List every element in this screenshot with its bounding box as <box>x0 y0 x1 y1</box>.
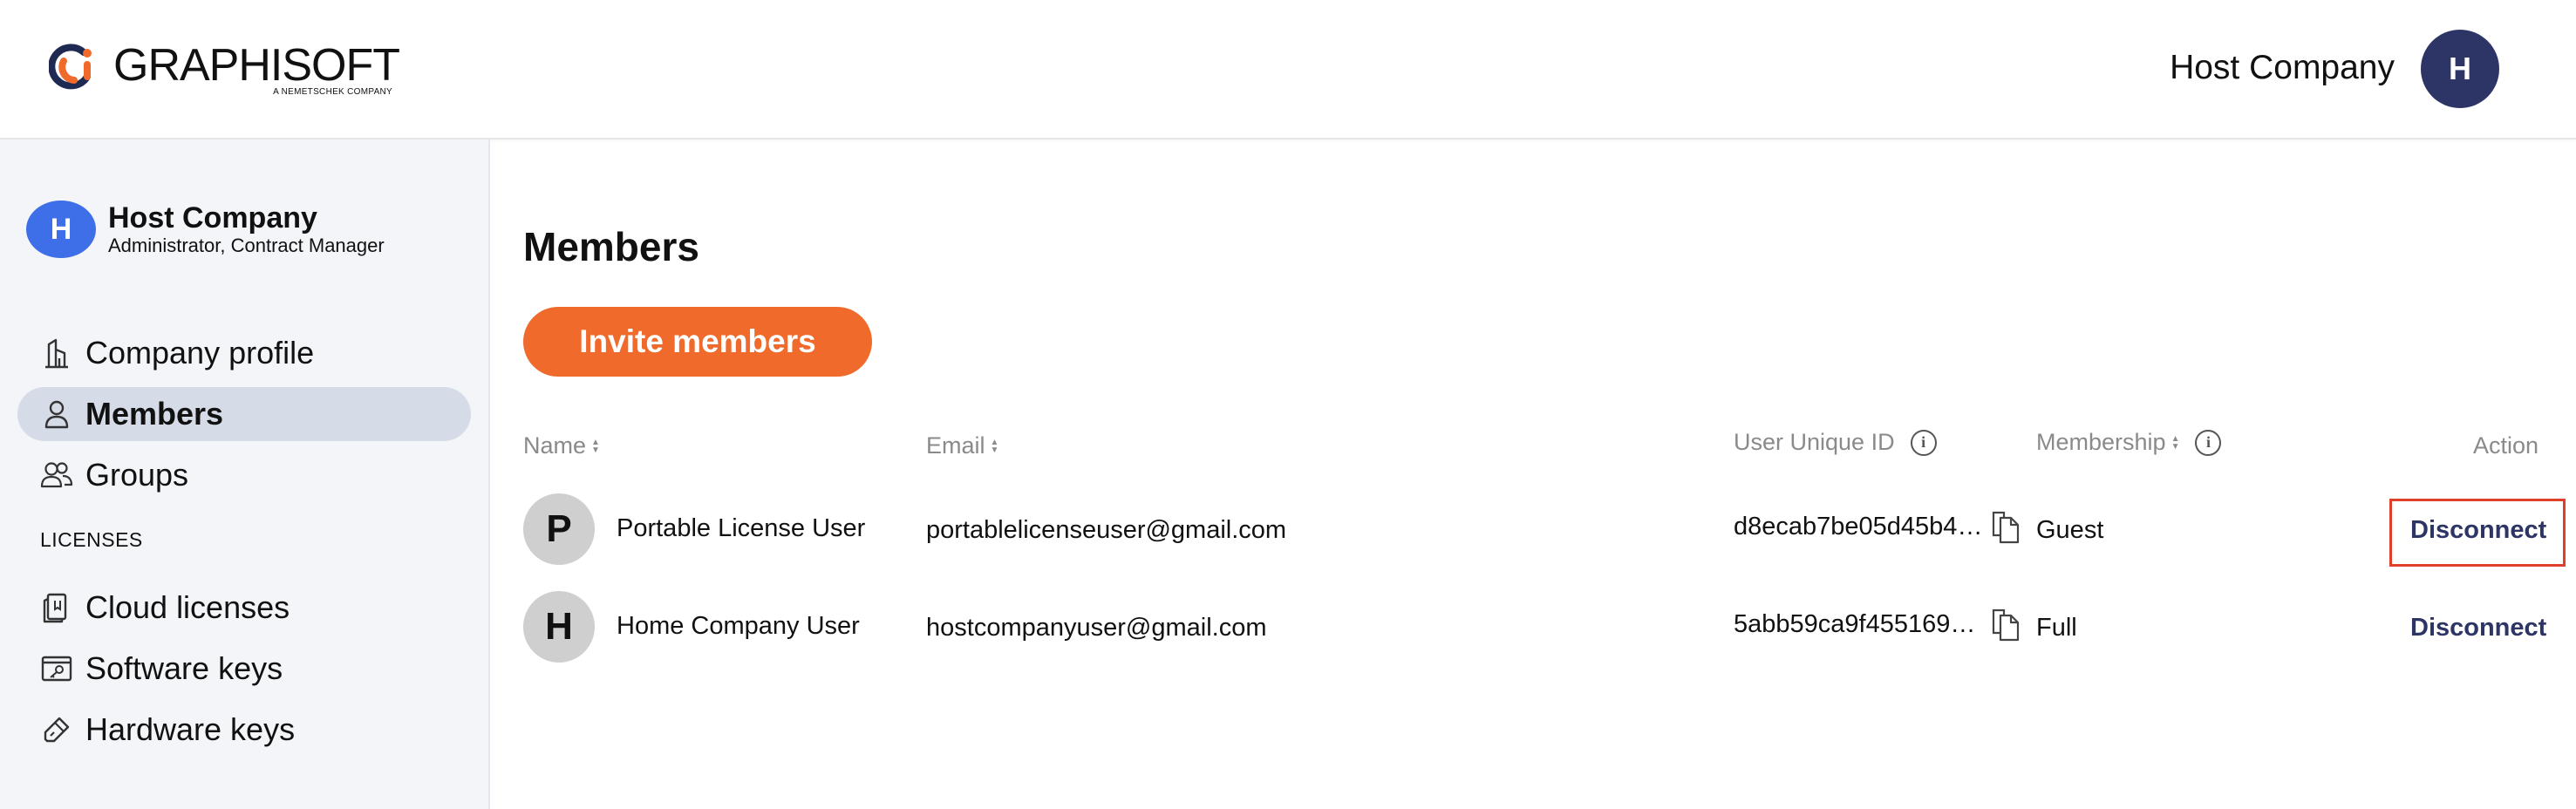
logo-wordmark: GRAPHISOFT <box>113 40 400 91</box>
sidebar-item-label: Groups <box>85 457 189 493</box>
sidebar-item-label: Company profile <box>85 335 315 371</box>
org-card: H Host Company Administrator, Contract M… <box>26 201 385 258</box>
page-title: Members <box>523 224 699 269</box>
sidebar-item-label: Members <box>85 396 224 432</box>
org-name: Host Company <box>108 201 317 235</box>
sort-icon: ▲ ▼ <box>591 437 600 455</box>
member-name: Home Company User <box>617 612 860 640</box>
column-header-label: Action <box>2473 432 2539 459</box>
member-membership: Full <box>2036 614 2077 642</box>
column-header-name[interactable]: Name ▲ ▼ <box>523 432 600 459</box>
highlight-box <box>2389 499 2566 567</box>
building-icon <box>40 337 73 370</box>
sidebar-item-company-profile[interactable]: Company profile <box>17 326 471 380</box>
column-header-label: Membership <box>2036 429 2166 455</box>
sidebar: H Host Company Administrator, Contract M… <box>0 139 490 809</box>
member-uid: d8ecab7be05d45b46… <box>1734 513 1987 540</box>
top-bar: GRAPHISOFT A NEMETSCHEK COMPANY Host Com… <box>0 0 2576 139</box>
user-avatar[interactable]: H <box>2421 30 2499 108</box>
column-header-membership[interactable]: Membership ▲ ▼ i <box>2036 429 2222 456</box>
main-content: Members Invite members Name ▲ ▼ Email ▲ ▼ … <box>490 139 2576 809</box>
column-header-email[interactable]: Email ▲ ▼ <box>926 432 998 459</box>
column-header-action: Action <box>2473 432 2539 459</box>
sidebar-item-hardware-keys[interactable]: Hardware keys <box>17 703 471 757</box>
logo-subtext: A NEMETSCHEK COMPANY <box>273 87 393 97</box>
sort-icon: ▲ ▼ <box>2171 433 2180 452</box>
header-company-name: Host Company <box>2170 49 2395 86</box>
sidebar-item-label: Cloud licenses <box>85 589 290 625</box>
column-header-label: Email <box>926 432 985 459</box>
member-avatar: H <box>523 591 595 663</box>
column-header-label: Name <box>523 432 587 459</box>
graphisoft-logo[interactable]: GRAPHISOFT A NEMETSCHEK COMPANY <box>49 40 400 103</box>
graphisoft-logo-icon <box>49 44 92 90</box>
sidebar-item-software-keys[interactable]: Software keys <box>17 642 471 696</box>
disconnect-button[interactable]: Disconnect <box>2410 614 2546 642</box>
member-email: hostcompanyuser@gmail.com <box>926 614 1267 642</box>
column-header-label: User Unique ID <box>1734 429 1895 455</box>
sidebar-item-label: Hardware keys <box>85 711 296 747</box>
info-icon[interactable]: i <box>2195 429 2222 456</box>
info-icon[interactable]: i <box>1910 429 1937 456</box>
org-role: Administrator, Contract Manager <box>108 235 385 256</box>
people-icon <box>40 459 73 492</box>
member-membership: Guest <box>2036 516 2104 544</box>
member-uid: 5abb59ca9f455169c… <box>1734 610 1987 638</box>
person-icon <box>40 398 73 431</box>
sidebar-item-cloud-licenses[interactable]: Cloud licenses <box>17 581 471 635</box>
column-header-uid: User Unique ID i <box>1734 429 1937 456</box>
hardware-key-icon <box>40 713 73 746</box>
sidebar-item-members[interactable]: Members <box>17 387 471 441</box>
invite-members-button[interactable]: Invite members <box>523 307 872 377</box>
sidebar-item-label: Software keys <box>85 650 283 686</box>
sort-icon: ▲ ▼ <box>990 437 999 455</box>
cloud-license-icon <box>40 591 73 624</box>
licenses-section-label: LICENSES <box>40 528 143 551</box>
member-avatar: P <box>523 493 595 565</box>
copy-icon[interactable] <box>1990 607 2021 642</box>
sidebar-item-groups[interactable]: Groups <box>17 448 471 502</box>
software-key-icon <box>40 652 73 685</box>
member-email: portablelicenseuser@gmail.com <box>926 516 1287 544</box>
org-avatar: H <box>26 201 96 258</box>
member-name: Portable License User <box>617 514 866 542</box>
copy-icon[interactable] <box>1990 509 2021 544</box>
